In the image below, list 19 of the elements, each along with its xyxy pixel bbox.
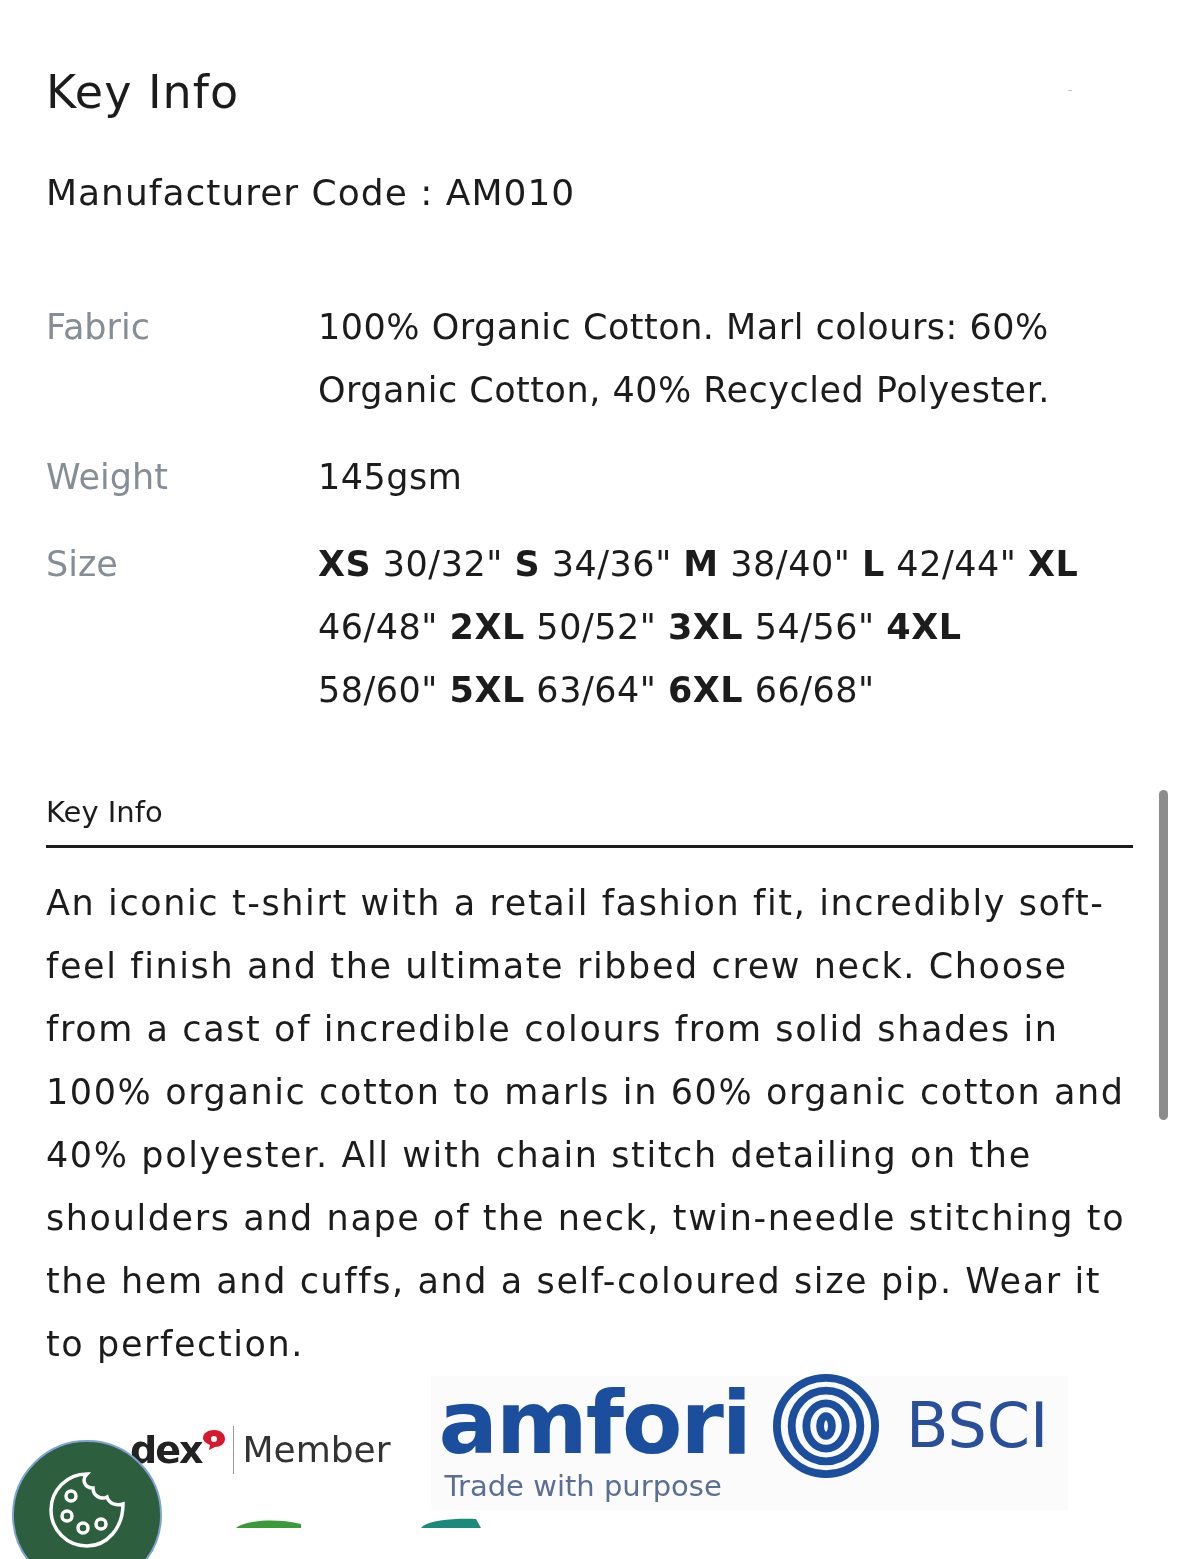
logo-wordmark: dex xyxy=(130,1427,202,1473)
logo-caption: BSCI xyxy=(905,1391,1049,1461)
spec-value: 145gsm xyxy=(318,456,464,499)
spiral-logo-icon xyxy=(771,1373,880,1479)
spec-value: XS 30/32" S 34/36" M 38/40" L 42/44" XL 46/48" 2XL 50/52" 3XL 54/56" 4XL 58/60" 5XL 63/64" 6XL 66/68" xyxy=(318,543,1080,712)
spec-label: Fabric xyxy=(46,306,151,349)
description-text: An iconic t-shirt with a retail fashion fit, incredibly soft-feel finish and the ultimate ribbed crew neck. Choose from a cast of incredible colours from solid shades in 100% organic cotton to marls in 60% organic cotton and 40% polyester. All with chain stitch detailing on the shoulders and nape of the neck, twin-needle stitching to the hem and cuffs, and a self-coloured size pip. Wear it to perfection. xyxy=(46,882,1127,1366)
logo-caption: Member xyxy=(242,1428,391,1472)
scrollbar-thumb[interactable] xyxy=(1159,790,1168,1120)
spec-label: Size xyxy=(46,543,119,586)
tab[interactable]: Key Info xyxy=(46,792,1133,848)
cookie-icon xyxy=(47,1470,127,1550)
logo-wordmark: amfori xyxy=(438,1378,750,1468)
logo-tagline: Trade with purpose xyxy=(444,1468,722,1504)
spec-label: Weight xyxy=(46,456,169,499)
spec-value: 100% Organic Cotton. Marl colours: 60% Organic Cotton, 40% Recycled Polyester. xyxy=(318,306,1051,412)
section-title: Key Info xyxy=(46,64,240,121)
logo-mark-icon xyxy=(203,1430,226,1450)
manufacturer-code: Manufacturer Code : AM010 xyxy=(46,171,577,215)
